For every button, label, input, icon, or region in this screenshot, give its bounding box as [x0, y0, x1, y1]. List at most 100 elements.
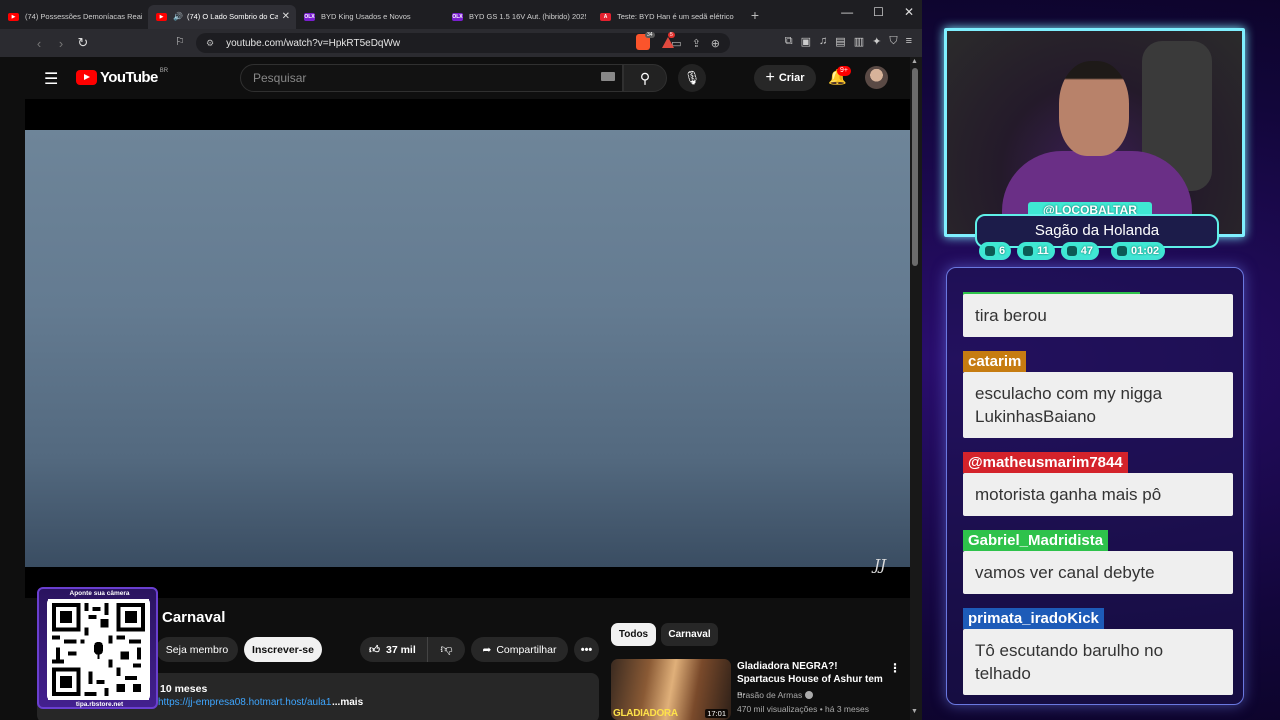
leo-ai-icon[interactable]: ✦ — [872, 35, 881, 48]
video-duration: 17:01 — [705, 709, 728, 718]
video-player[interactable] — [25, 130, 910, 567]
menu-icon[interactable]: ≡ — [906, 35, 912, 48]
chat-username: primata_iradoKick — [963, 608, 1104, 629]
create-button[interactable]: + Criar — [754, 65, 816, 91]
video-title: Carnaval — [162, 609, 226, 626]
scroll-up-icon[interactable]: ▲ — [911, 58, 918, 65]
vpn-icon[interactable]: ⛉ — [889, 35, 897, 48]
youtube-play-icon — [76, 70, 97, 85]
share-button[interactable]: ➦ Compartilhar — [471, 637, 568, 662]
tab-byd-han[interactable]: A Teste: BYD Han é um sedã elétrico — [592, 5, 740, 29]
tab-possessoes[interactable]: ▶ (74) Possessões Demoníacas Reais — [0, 5, 148, 29]
bookmark-icon[interactable]: ⚐ — [175, 35, 185, 48]
extensions-icon[interactable]: ⧉ — [785, 35, 793, 48]
subscribe-button[interactable]: Inscrever-se — [244, 637, 322, 662]
viewer-stats: 6 11 47 01:02 — [979, 242, 1209, 260]
recommended-video-thumbnail[interactable]: GLADIADORA 17:01 — [611, 659, 731, 720]
kick-icon — [1066, 246, 1077, 256]
plus-icon: + — [765, 69, 775, 86]
maximize-button[interactable]: ☐ — [873, 5, 884, 19]
tab-label: (74) Possessões Demoníacas Reais — [25, 12, 142, 21]
join-membership-button[interactable]: Seja membro — [156, 637, 238, 662]
back-arrow-icon[interactable]: ‹ — [28, 36, 50, 51]
search-input[interactable]: Pesquisar — [240, 64, 623, 92]
youtube-count: 11 — [1037, 245, 1049, 257]
more-actions-button[interactable]: ••• — [574, 637, 599, 662]
qr-code-image — [47, 599, 150, 700]
tab-byd-king[interactable]: OLX BYD King Usados e Novos — [296, 5, 444, 29]
channel-name-text: Brasão de Armas — [737, 690, 803, 700]
rewards-badge: 5 — [668, 32, 675, 38]
thumbs-up-icon: 👍︎ — [369, 644, 380, 656]
verified-check-icon — [805, 691, 814, 699]
description-link[interactable]: https://jj-empresa08.hotmart.host/aula1 — [158, 697, 331, 708]
reload-icon[interactable]: ↻ — [72, 35, 94, 51]
like-button[interactable]: 👍︎ 37 mil — [360, 637, 428, 662]
voice-search-button[interactable]: 🎙 — [678, 64, 706, 92]
hamburger-menu-icon[interactable]: ☰ — [44, 69, 58, 89]
channel-watermark[interactable]: JJ — [874, 556, 886, 574]
create-label: Criar — [778, 72, 805, 84]
youtube-logo[interactable]: YouTube BR — [76, 67, 169, 86]
scroll-down-icon[interactable]: ▼ — [911, 708, 918, 715]
letterbox-top — [25, 99, 910, 130]
thumbnail-caption: GLADIADORA — [613, 708, 678, 719]
zoom-icon[interactable]: ⊕ — [711, 37, 720, 50]
twitch-icon — [985, 246, 995, 256]
chat-message: @matheusmarim7844 motorista ganha mais p… — [963, 452, 1233, 516]
tab-byd-gs[interactable]: OLX BYD GS 1.5 16V Aut. (hibrido) 2025 — [444, 5, 592, 29]
upload-age: 10 meses — [160, 683, 208, 695]
keyboard-icon[interactable] — [601, 72, 615, 81]
view-count: 470 mil visualizações — [737, 704, 818, 714]
kick-count: 47 — [1080, 245, 1094, 257]
close-window-button[interactable]: ✕ — [904, 5, 914, 19]
scrollbar-thumb[interactable] — [912, 68, 918, 266]
region-code: BR — [159, 67, 169, 74]
clock-icon — [1117, 246, 1128, 256]
microphone-icon: 🎙 — [683, 70, 701, 85]
youtube-viewers: 11 — [1017, 242, 1055, 260]
youtube-favicon-icon: ▶ — [8, 12, 19, 21]
stream-uptime: 01:02 — [1111, 242, 1166, 260]
wallet-icon[interactable]: ▥ — [854, 35, 864, 48]
youtube-wordmark: YouTube — [100, 69, 158, 86]
new-tab-button[interactable]: + — [744, 7, 766, 23]
extension-icons: ⧉ ▣ ♫ ▤ ▥ ✦ ⛉ ≡ — [785, 35, 912, 48]
toolbar: ‹ › ↻ ⚐ ⚙ youtube.com/watch?v=HpkRT5eDqW… — [0, 29, 922, 57]
autoesporte-favicon-icon: A — [600, 12, 611, 21]
minimize-button[interactable]: — — [841, 5, 853, 19]
olx-favicon-icon: OLX — [304, 12, 315, 21]
twitch-viewers: 6 — [979, 242, 1012, 260]
chat-message: catarim esculacho com my nigga LukinhasB… — [963, 351, 1233, 438]
site-info-icon[interactable]: ⚙ — [206, 38, 214, 49]
chat-message: Gabriel_Madridista vamos ver canal debyt… — [963, 530, 1233, 594]
speaker-icon[interactable]: 🔊 — [173, 12, 183, 21]
chip-carnaval[interactable]: Carnaval — [661, 623, 718, 646]
recommendation-menu-icon[interactable]: ⋮ — [889, 661, 901, 675]
sidebar-icon[interactable]: ▤ — [835, 35, 845, 48]
search-icon: ⚲ — [639, 69, 651, 86]
close-tab-icon[interactable]: ✕ — [282, 11, 290, 22]
chat-message-text: Tô escutando barulho no telhado — [963, 629, 1233, 695]
dislike-button[interactable]: 👎︎ — [428, 642, 465, 657]
music-icon[interactable]: ♫ — [819, 35, 827, 48]
chip-todos[interactable]: Todos — [611, 623, 656, 646]
search-button[interactable]: ⚲ — [623, 64, 667, 92]
forward-arrow-icon[interactable]: › — [50, 36, 72, 51]
account-avatar[interactable] — [865, 66, 888, 89]
chat-message-text: tira berou — [963, 294, 1233, 337]
brave-rewards-icon[interactable] — [662, 37, 674, 48]
share-page-icon[interactable]: ⇪ — [692, 37, 701, 50]
tab-lado-sombrio[interactable]: ▶ 🔊 (74) O Lado Sombrio do Ca ✕ — [148, 4, 296, 29]
youtube-icon — [1023, 246, 1034, 256]
screenshot-icon[interactable]: ▣ — [801, 35, 811, 48]
tab-label: BYD GS 1.5 16V Aut. (hibrido) 2025 — [469, 12, 586, 21]
qr-caption-bottom: tipa.rbstore.net — [75, 701, 124, 708]
recommended-video-meta: 470 mil visualizações • há 3 meses — [737, 704, 869, 714]
chat-message: primata_iradoKick Tô escutando barulho n… — [963, 608, 1233, 695]
chat-message-text: vamos ver canal debyte — [963, 551, 1233, 594]
qr-code-pattern — [48, 599, 149, 700]
tab-label: BYD King Usados e Novos — [321, 12, 411, 21]
show-more-link[interactable]: ...mais — [332, 697, 363, 708]
recommended-channel-name[interactable]: Brasão de Armas — [737, 690, 814, 700]
